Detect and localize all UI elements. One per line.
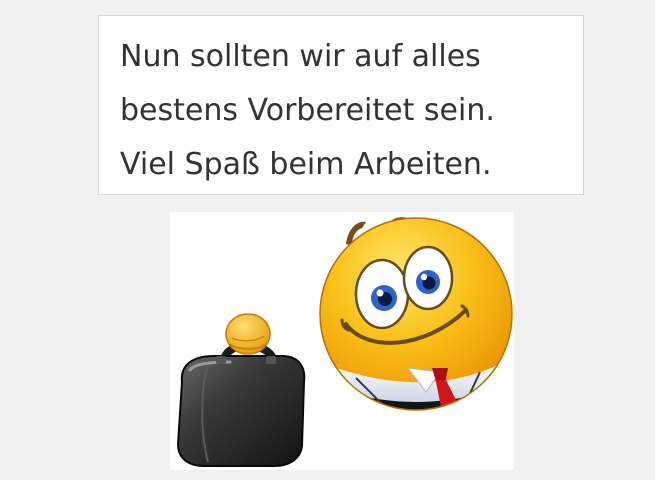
message-line-2: bestens Vorbereitet sein. [120,93,495,128]
message-line-1: Nun sollten wir auf alles [120,39,481,74]
message-line-3: Viel Spaß beim Arbeiten. [120,147,492,182]
message-box: Nun sollten wir auf alles bestens Vorber… [98,15,584,195]
smiley-with-briefcase-icon [170,212,514,470]
slide-page: Nun sollten wir auf alles bestens Vorber… [0,0,655,480]
